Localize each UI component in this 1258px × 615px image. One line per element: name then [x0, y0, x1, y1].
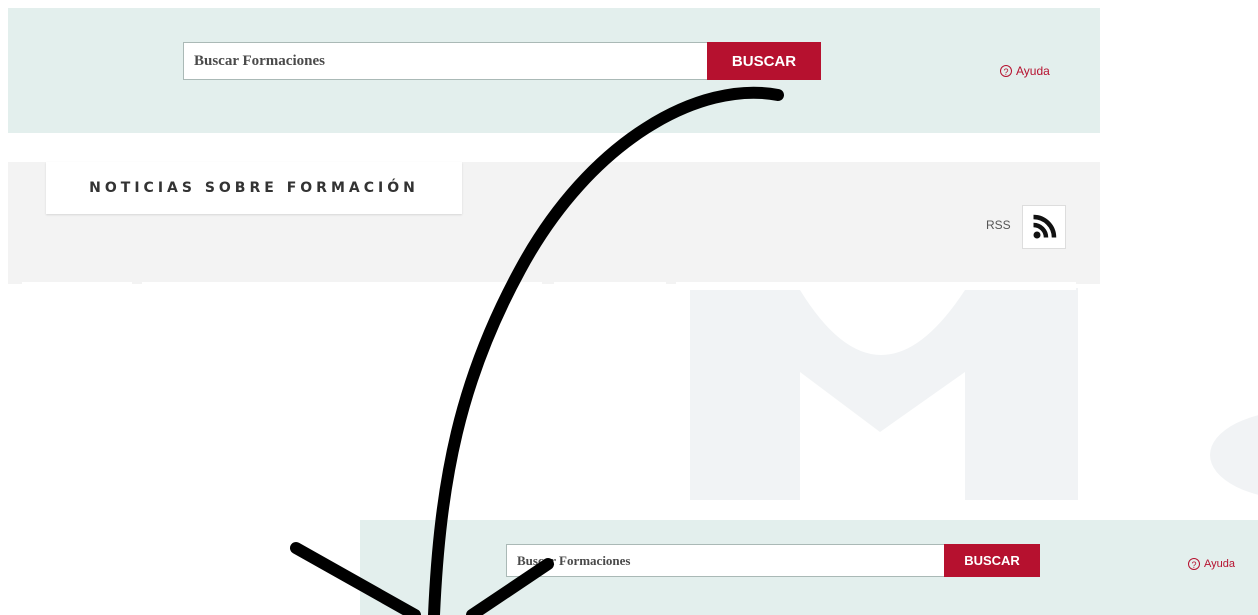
curved-arrow	[290, 86, 784, 615]
